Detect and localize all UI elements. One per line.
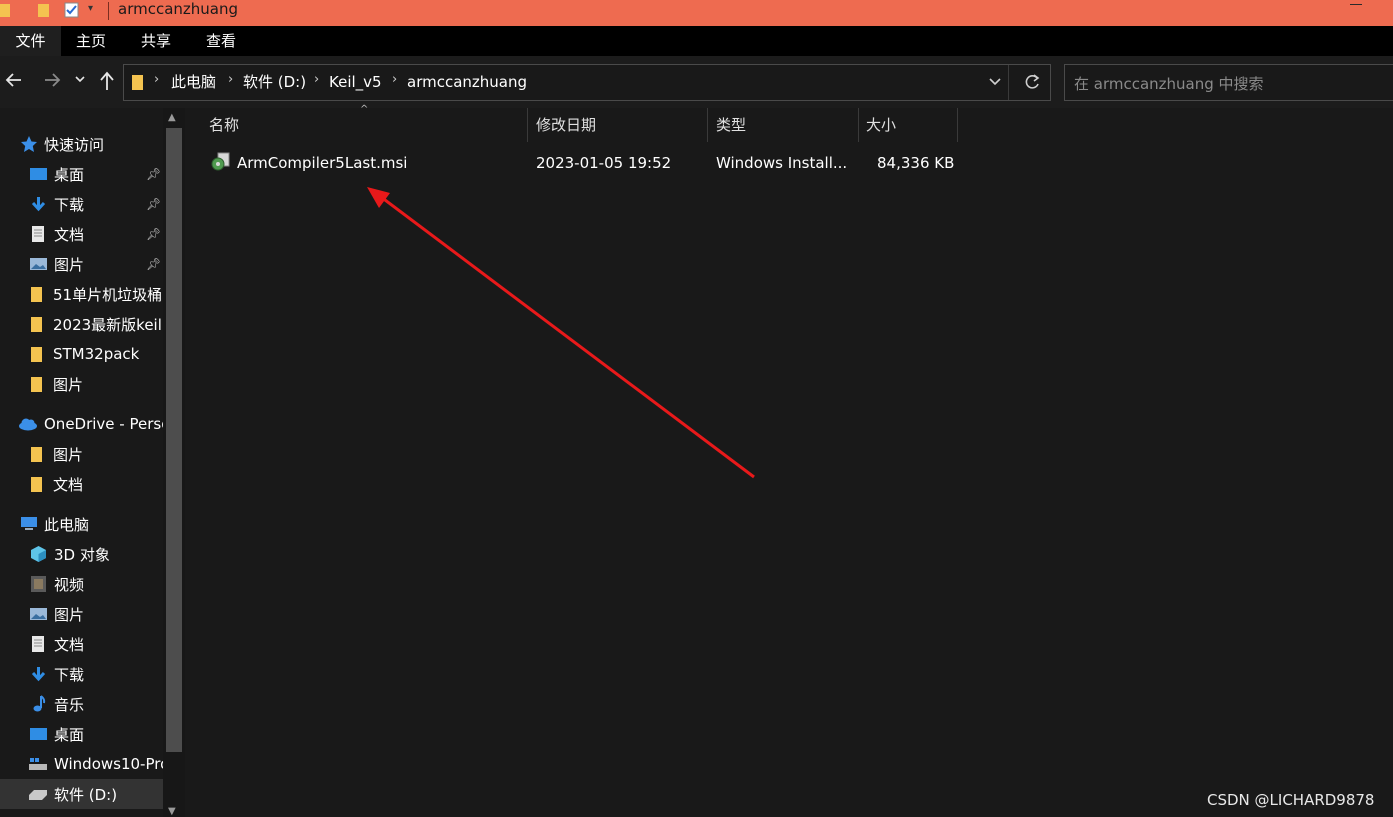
navigation-bar: › 此电脑 › 软件 (D:) › Keil_v5 › armccanzhuan… <box>0 56 1393 108</box>
download-icon <box>30 196 47 213</box>
cube-icon <box>30 545 47 563</box>
recent-locations-chevron-icon[interactable] <box>74 74 86 84</box>
tab-share[interactable]: 共享 <box>126 26 186 56</box>
search-box[interactable]: 在 armccanzhuang 中搜索 <box>1064 64 1393 101</box>
title-bar: ▾ armccanzhuang <box>0 0 1393 26</box>
search-placeholder: 在 armccanzhuang 中搜索 <box>1074 75 1264 93</box>
sidebar-item-folder[interactable]: STM32pack <box>0 339 163 369</box>
breadcrumb-chevron-icon[interactable]: › <box>392 72 397 87</box>
file-list: ^ 名称 修改日期 类型 大小 ArmCompiler5Last.msi 202… <box>185 104 1393 817</box>
sidebar-item-folder[interactable]: 51单片机垃圾桶 <box>0 279 163 309</box>
forward-arrow-icon[interactable] <box>42 70 62 90</box>
breadcrumb-chevron-icon[interactable]: › <box>228 72 233 87</box>
sidebar-item-downloads[interactable]: 下载 📌︎ <box>0 189 163 219</box>
sidebar-item-folder[interactable]: 图片 <box>0 369 163 399</box>
sidebar-item-music[interactable]: 音乐 <box>0 689 163 719</box>
address-dropdown-chevron-icon[interactable] <box>988 77 1002 87</box>
video-icon <box>30 575 47 593</box>
folder-icon <box>30 286 43 303</box>
computer-icon <box>20 516 38 532</box>
sidebar-item-desktop[interactable]: 桌面 📌︎ <box>0 159 163 189</box>
sidebar-item-onedrive[interactable]: OneDrive - Perso <box>0 409 163 439</box>
annotation-arrow <box>367 187 755 479</box>
breadcrumb-chevron-icon[interactable]: › <box>154 72 159 87</box>
sidebar-item-quick-access[interactable]: 快速访问 <box>0 129 163 159</box>
navigation-pane: 快速访问 桌面 📌︎ 下载 📌︎ 文档 📌︎ 图片 📌︎ 51单片机垃圾桶 20… <box>0 108 185 817</box>
sidebar-item-pictures[interactable]: 图片 <box>0 599 163 629</box>
pin-icon[interactable]: 📌︎ <box>146 197 161 211</box>
properties-icon[interactable] <box>64 2 80 18</box>
sidebar-item-downloads[interactable]: 下载 <box>0 659 163 689</box>
folder-icon <box>30 316 43 333</box>
back-arrow-icon[interactable] <box>4 70 24 90</box>
sidebar-item-this-pc[interactable]: 此电脑 <box>0 509 163 539</box>
sidebar-item-3d-objects[interactable]: 3D 对象 <box>0 539 163 569</box>
window-title: armccanzhuang <box>118 0 239 18</box>
title-separator <box>108 2 109 20</box>
folder-icon <box>30 376 43 393</box>
download-icon <box>30 666 47 683</box>
breadcrumb-current[interactable]: armccanzhuang <box>407 73 527 91</box>
pin-icon[interactable]: 📌︎ <box>146 257 161 271</box>
breadcrumb-drive-d[interactable]: 软件 (D:) <box>243 73 306 91</box>
picture-icon <box>30 257 47 272</box>
watermark: CSDN @LICHARD9878 <box>1207 791 1375 809</box>
scroll-down-arrow-icon[interactable]: ▼ <box>168 806 176 817</box>
sidebar-item-drive-d[interactable]: 软件 (D:) <box>0 779 163 809</box>
breadcrumb-chevron-icon[interactable]: › <box>314 72 319 87</box>
sidebar-item-videos[interactable]: 视频 <box>0 569 163 599</box>
picture-icon <box>30 607 47 622</box>
address-bar[interactable]: › 此电脑 › 软件 (D:) › Keil_v5 › armccanzhuan… <box>123 64 1051 101</box>
folder-icon <box>0 2 12 18</box>
desktop-icon <box>30 727 47 742</box>
new-folder-icon[interactable] <box>37 2 51 18</box>
pin-icon[interactable]: 📌︎ <box>146 167 161 181</box>
breadcrumb-keil[interactable]: Keil_v5 <box>329 73 382 91</box>
windows-drive-icon <box>28 756 48 772</box>
sidebar-item-folder[interactable]: 2023最新版keil <box>0 309 163 339</box>
desktop-icon <box>30 167 47 182</box>
sidebar-item-desktop[interactable]: 桌面 <box>0 719 163 749</box>
folder-icon <box>132 75 144 91</box>
up-arrow-icon[interactable] <box>97 70 117 92</box>
document-icon <box>30 635 47 653</box>
music-note-icon <box>30 695 47 713</box>
minimize-button[interactable] <box>1350 4 1362 5</box>
sidebar-item-documents[interactable]: 文档 📌︎ <box>0 219 163 249</box>
folder-icon <box>30 346 43 363</box>
sidebar-scrollbar-thumb[interactable] <box>166 128 182 752</box>
sidebar-item-drive-c[interactable]: Windows10-Pro <box>0 749 163 779</box>
folder-icon <box>30 446 43 463</box>
tab-home[interactable]: 主页 <box>61 26 121 56</box>
sidebar-item-folder[interactable]: 文档 <box>0 469 163 499</box>
scroll-up-arrow-icon[interactable]: ▲ <box>168 112 176 123</box>
document-icon <box>30 225 47 243</box>
sidebar-item-pictures[interactable]: 图片 📌︎ <box>0 249 163 279</box>
tab-view[interactable]: 查看 <box>191 26 251 56</box>
customize-toolbar-icon[interactable]: ▾ <box>88 3 93 14</box>
sidebar-item-folder[interactable]: 图片 <box>0 439 163 469</box>
refresh-icon[interactable] <box>1023 73 1041 91</box>
address-divider <box>1008 65 1009 100</box>
cloud-icon <box>18 417 38 431</box>
pin-icon[interactable]: 📌︎ <box>146 227 161 241</box>
tab-file[interactable]: 文件 <box>0 26 61 56</box>
ribbon-tabs: 文件 主页 共享 查看 <box>0 26 1393 56</box>
star-icon <box>20 135 38 153</box>
breadcrumb-this-pc[interactable]: 此电脑 <box>171 73 216 91</box>
sidebar-item-documents[interactable]: 文档 <box>0 629 163 659</box>
folder-icon <box>30 476 43 493</box>
drive-icon <box>28 787 48 801</box>
